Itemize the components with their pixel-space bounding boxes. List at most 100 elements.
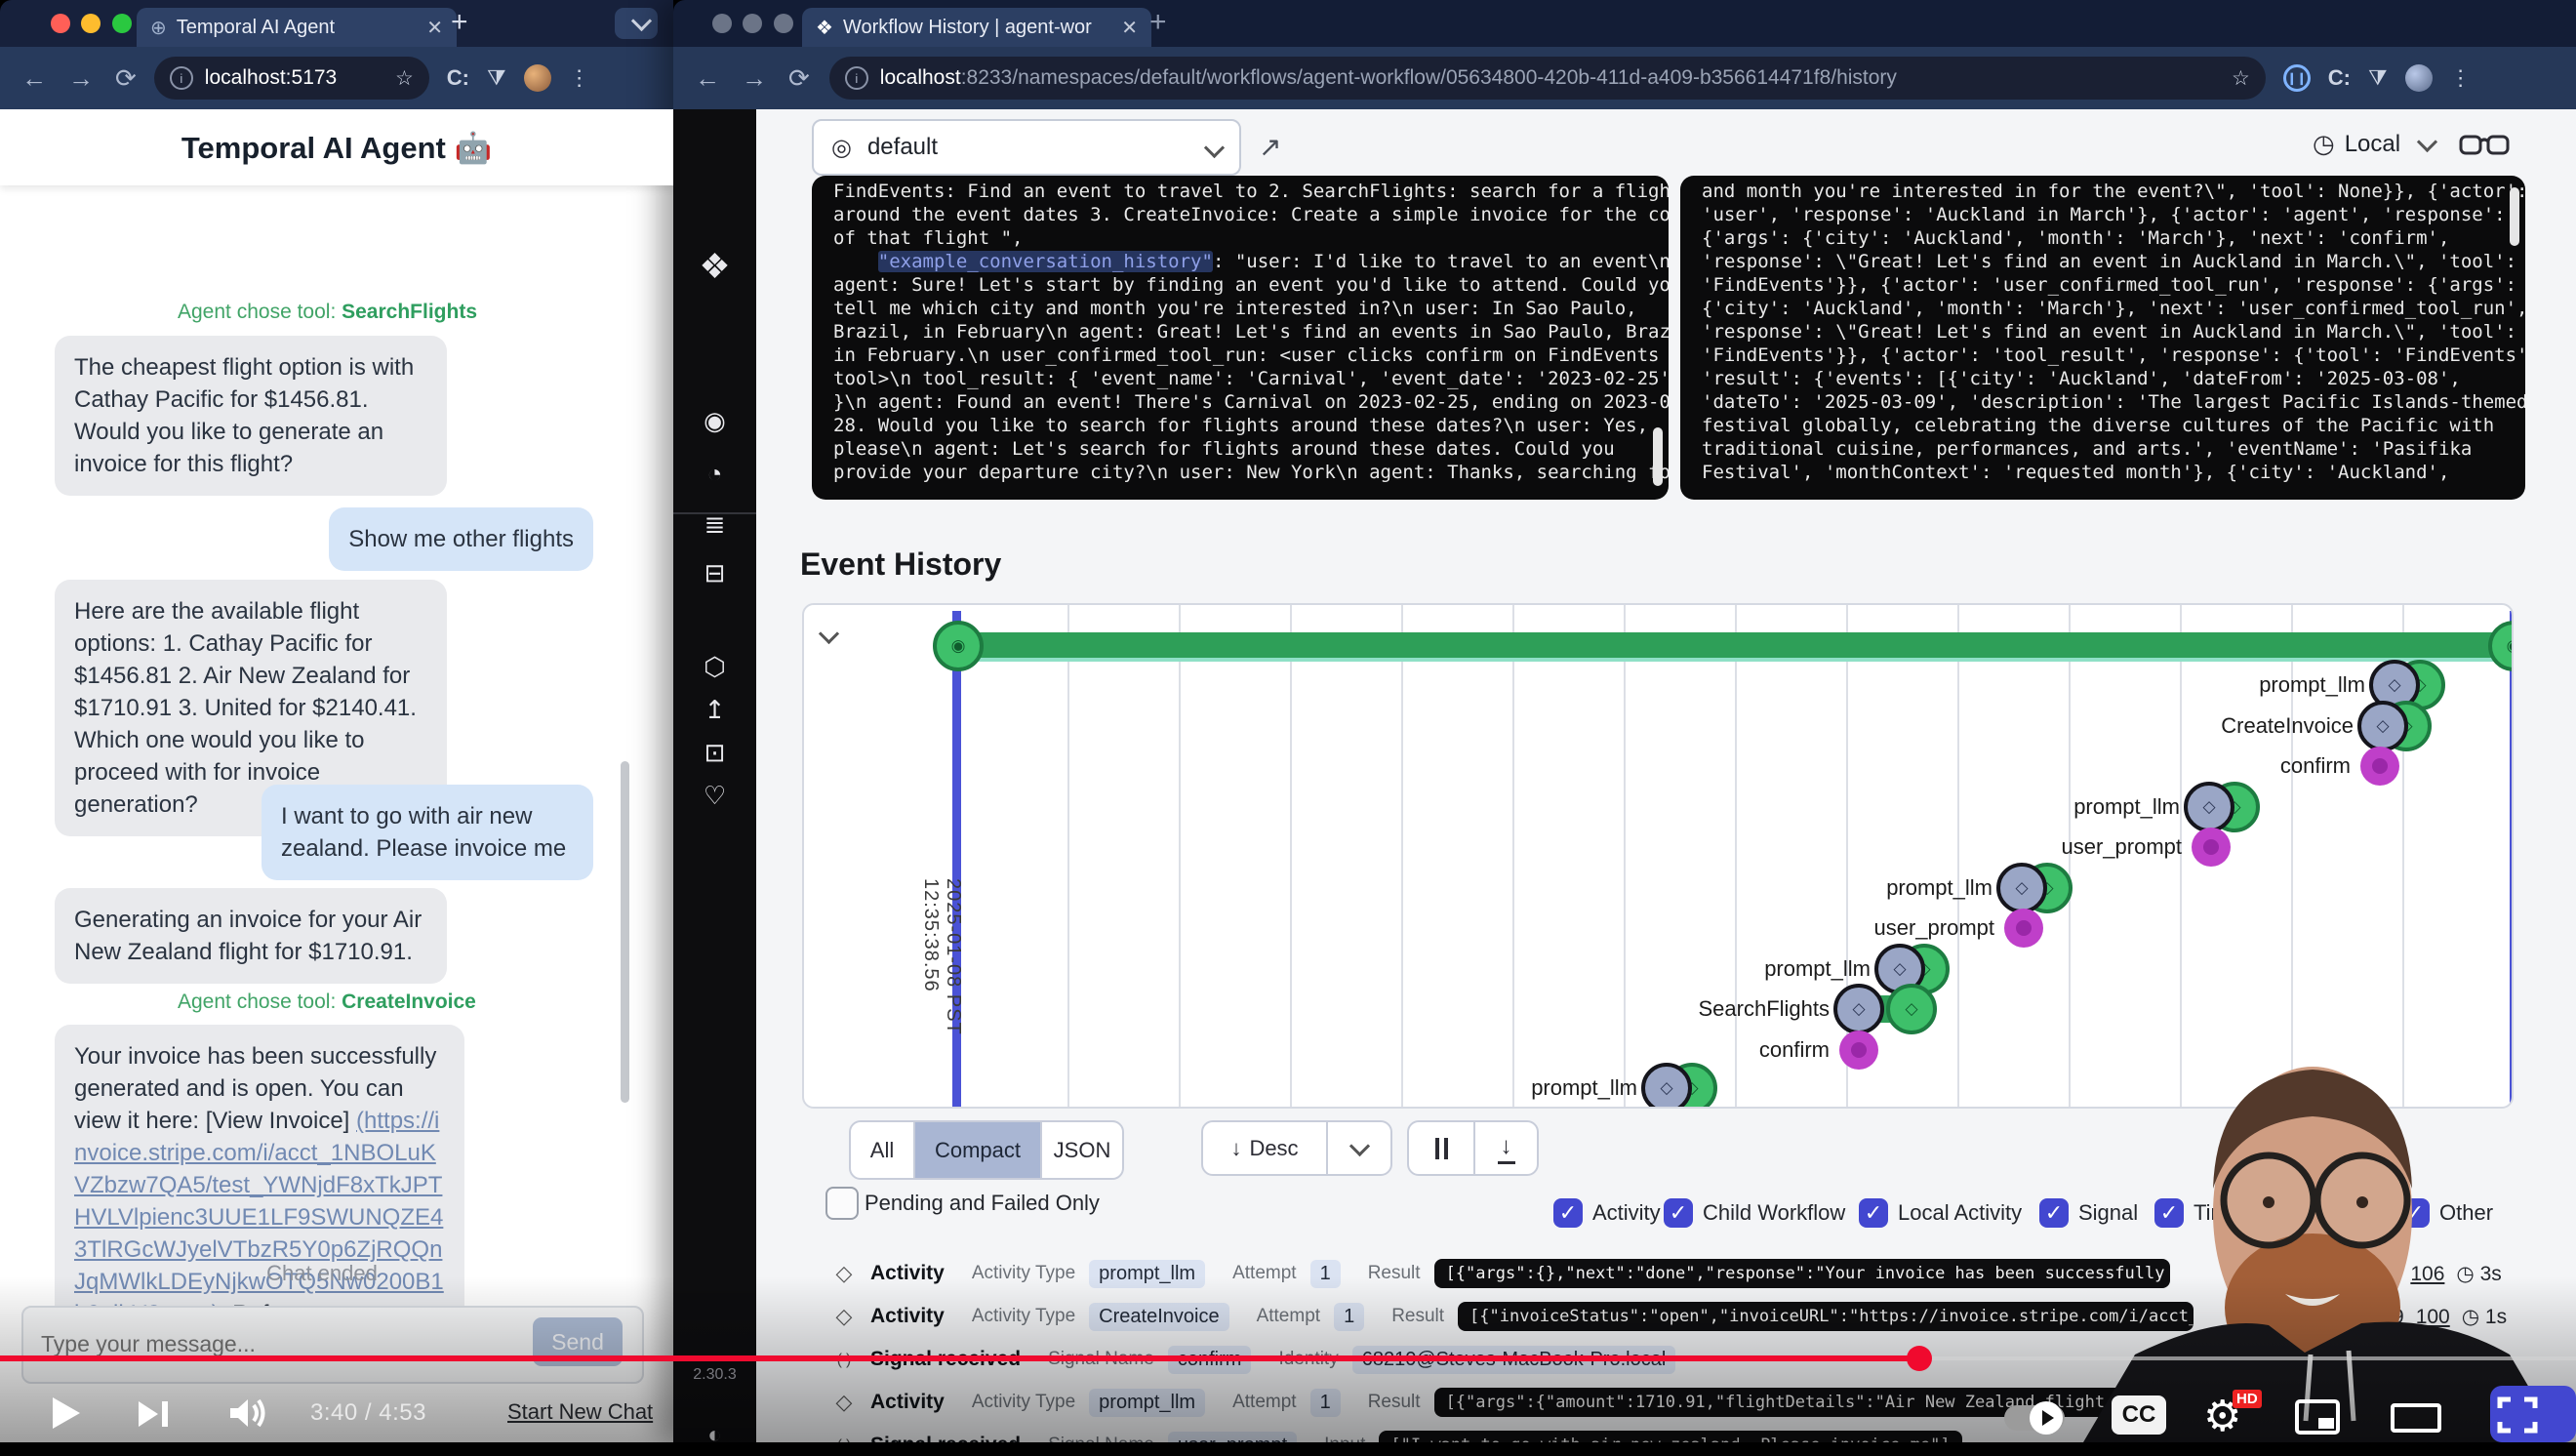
namespace-value: default: [867, 134, 1197, 161]
filter-label: Local Activity: [1898, 1200, 2022, 1226]
sort-dropdown[interactable]: [1328, 1143, 1390, 1153]
timeline-event-label: SearchFlights: [1698, 996, 1830, 1022]
feedback-icon[interactable]: ⊡: [673, 738, 756, 768]
extensions-puzzle-icon[interactable]: ⧩: [2368, 65, 2388, 91]
close-window-button[interactable]: [712, 14, 732, 33]
reload-icon[interactable]: ⟳: [115, 63, 137, 94]
filter-checkbox-signal[interactable]: ✓: [2039, 1198, 2069, 1228]
workflows-icon[interactable]: ◉: [673, 406, 756, 436]
workflow-result-json[interactable]: and month you're interested in for the e…: [1680, 176, 2525, 500]
minimize-window-button[interactable]: [743, 14, 762, 33]
bookmark-star-icon[interactable]: ☆: [395, 66, 414, 91]
extension-c-icon[interactable]: C:: [447, 65, 469, 91]
open-in-new-icon[interactable]: ↗: [1259, 131, 1281, 163]
chat-message-list: Agent chose tool: SearchFlightsThe cheap…: [0, 185, 673, 1442]
filter-checkbox-activity[interactable]: ✓: [1553, 1198, 1583, 1228]
browser-menu-icon[interactable]: ⋮: [2450, 65, 2472, 91]
new-tab-button[interactable]: +: [451, 6, 468, 39]
miniplayer-button[interactable]: [2295, 1399, 2340, 1435]
signal-node[interactable]: [2004, 909, 2043, 948]
address-bar[interactable]: i localhost:5173 ☆: [154, 57, 429, 100]
profile-avatar[interactable]: [2405, 64, 2433, 92]
activity-start-node[interactable]: ◇: [1641, 1063, 1692, 1109]
filter-checkbox-local-activity[interactable]: ✓: [1859, 1198, 1888, 1228]
signal-node[interactable]: [2360, 747, 2399, 786]
url-text: localhost:5173: [205, 66, 395, 90]
agent-tool-caption: Agent chose tool: CreateInvoice: [178, 991, 476, 1014]
video-progress-remaining[interactable]: [1927, 1356, 2576, 1360]
view-tab-all[interactable]: All: [851, 1122, 915, 1178]
namespace-select[interactable]: ◎ default: [812, 119, 1241, 176]
zoom-window-button[interactable]: [112, 14, 132, 33]
workflow-input-json[interactable]: FindEvents: Find an event to travel to 2…: [812, 176, 1669, 500]
activity-start-node[interactable]: ◇: [2357, 701, 2408, 751]
temporal-logo-icon[interactable]: ❖: [673, 246, 756, 287]
close-tab-icon[interactable]: ✕: [426, 16, 443, 40]
zoom-window-button[interactable]: [774, 14, 793, 33]
video-playhead[interactable]: [1907, 1346, 1932, 1371]
browser-menu-icon[interactable]: ⋮: [569, 65, 590, 91]
next-button[interactable]: [139, 1401, 168, 1432]
fullscreen-button[interactable]: [2496, 1395, 2539, 1435]
activity-start-node[interactable]: ◇: [1996, 863, 2047, 913]
schedules-icon[interactable]: ◔: [673, 459, 756, 489]
filter-checkbox-child-workflow[interactable]: ✓: [1664, 1198, 1693, 1228]
autoplay-toggle[interactable]: [2004, 1405, 2065, 1431]
minimize-window-button[interactable]: [81, 14, 101, 33]
heart-icon[interactable]: ♡: [673, 781, 756, 811]
scrollbar-thumb[interactable]: [1653, 427, 1663, 486]
close-tab-icon[interactable]: ✕: [1121, 16, 1138, 40]
new-tab-button[interactable]: +: [1149, 6, 1167, 39]
reader-glasses-icon[interactable]: [2459, 131, 2510, 160]
signal-node[interactable]: [2192, 828, 2231, 867]
video-progress-played[interactable]: [0, 1355, 1914, 1361]
stack-icon[interactable]: ≣: [673, 509, 756, 540]
extension-c-icon[interactable]: C:: [2328, 65, 2351, 91]
volume-icon[interactable]: [226, 1395, 271, 1431]
bookmark-star-icon[interactable]: ☆: [2232, 66, 2250, 91]
chevron-down-icon: [1204, 137, 1225, 157]
view-tab-json[interactable]: JSON: [1042, 1122, 1122, 1178]
user-message: I want to go with air new zealand. Pleas…: [262, 785, 593, 880]
back-icon[interactable]: ←: [21, 63, 47, 94]
globe-favicon-icon: ⊕: [150, 16, 167, 40]
forward-icon[interactable]: →: [68, 63, 94, 94]
pause-download-group: ↓: [1407, 1120, 1539, 1176]
settings-gear-icon[interactable]: ⚙ HD: [2203, 1392, 2241, 1441]
forward-icon[interactable]: →: [742, 63, 767, 94]
tab-search-button[interactable]: [615, 8, 658, 39]
subtitles-button[interactable]: CC: [2112, 1395, 2166, 1435]
theater-mode-button[interactable]: [2391, 1403, 2441, 1433]
activity-end-node[interactable]: ◇: [1886, 984, 1937, 1034]
pause-extension-icon[interactable]: ❙❙: [2283, 64, 2311, 92]
pending-failed-checkbox[interactable]: [825, 1187, 859, 1220]
download-history-button[interactable]: ↓: [1475, 1133, 1537, 1164]
browser-tab[interactable]: ❖ Workflow History | agent-wor ✕: [802, 8, 1151, 47]
video-frame: ⊕ Temporal AI Agent ✕ + ← → ⟳ i localhos…: [0, 0, 2576, 1456]
activity-start-node[interactable]: ◇: [1833, 984, 1884, 1034]
activity-start-node[interactable]: ◇: [2184, 782, 2234, 832]
cube-icon[interactable]: ⬡: [673, 652, 756, 682]
agent-message: Generating an invoice for your Air New Z…: [55, 888, 447, 984]
profile-avatar[interactable]: [524, 64, 551, 92]
signal-node[interactable]: [1839, 1031, 1878, 1070]
timezone-select[interactable]: ◷ Local: [2313, 129, 2435, 159]
filter-label: Child Workflow: [1703, 1200, 1845, 1226]
chat-scrollbar[interactable]: [621, 761, 629, 1103]
close-window-button[interactable]: [51, 14, 70, 33]
left-toolbar: ← → ⟳ i localhost:5173 ☆ C: ⧩ ⋮: [0, 47, 673, 109]
pause-feed-button[interactable]: [1409, 1122, 1475, 1174]
address-bar[interactable]: i localhost:8233/namespaces/default/work…: [829, 57, 2266, 100]
export-icon[interactable]: ↥: [673, 695, 756, 725]
play-button[interactable]: [53, 1397, 80, 1429]
site-info-icon[interactable]: i: [845, 66, 868, 90]
reload-icon[interactable]: ⟳: [788, 63, 810, 94]
view-tab-compact[interactable]: Compact: [915, 1122, 1042, 1178]
back-icon[interactable]: ←: [695, 63, 720, 94]
sort-order-button[interactable]: ↓Desc: [1201, 1120, 1392, 1176]
scrollbar-thumb[interactable]: [2510, 187, 2519, 246]
site-info-icon[interactable]: i: [170, 66, 193, 90]
browser-tab[interactable]: ⊕ Temporal AI Agent ✕: [137, 8, 457, 47]
extensions-puzzle-icon[interactable]: ⧩: [487, 65, 506, 91]
archive-icon[interactable]: ⊟: [673, 558, 756, 588]
